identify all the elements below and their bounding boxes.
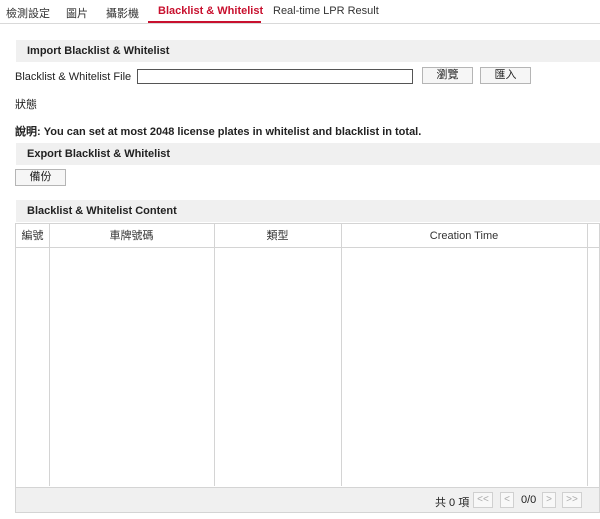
column-header-number[interactable]: 編號 xyxy=(16,224,49,248)
tab-detection-settings[interactable]: 檢測設定 xyxy=(6,5,50,21)
backup-button[interactable]: 備份 xyxy=(15,169,66,186)
tab-picture[interactable]: 圖片 xyxy=(66,5,88,21)
tab-blacklist-whitelist[interactable]: Blacklist & Whitelist xyxy=(158,5,263,17)
content-section-header: Blacklist & Whitelist Content xyxy=(16,200,600,222)
column-header-creation-time[interactable]: Creation Time xyxy=(341,224,587,248)
import-section-header: Import Blacklist & Whitelist xyxy=(16,40,600,62)
import-button[interactable]: 匯入 xyxy=(480,67,531,84)
pagination-bar: 共 0 項 << < 0/0 > >> xyxy=(16,487,599,512)
note-text: 說明: You can set at most 2048 license pla… xyxy=(15,126,422,138)
file-label: Blacklist & Whitelist File xyxy=(15,71,132,83)
file-path-input[interactable] xyxy=(137,69,413,84)
column-header-plate-number[interactable]: 車牌號碼 xyxy=(49,224,214,248)
status-label: 狀態 xyxy=(15,99,37,111)
next-page-button[interactable]: > xyxy=(542,492,556,508)
tab-realtime-lpr-result[interactable]: Real-time LPR Result xyxy=(273,5,379,17)
active-tab-indicator xyxy=(148,21,261,23)
column-divider xyxy=(49,224,50,486)
page-indicator: 0/0 xyxy=(521,494,537,506)
column-divider xyxy=(341,224,342,486)
export-section-header: Export Blacklist & Whitelist xyxy=(16,143,600,165)
first-page-button[interactable]: << xyxy=(473,492,493,508)
column-header-type[interactable]: 類型 xyxy=(214,224,341,248)
scrollbar-track[interactable] xyxy=(588,249,599,486)
table-header: 編號 車牌號碼 類型 Creation Time xyxy=(16,224,599,248)
last-page-button[interactable]: >> xyxy=(562,492,582,508)
column-divider xyxy=(214,224,215,486)
browse-button[interactable]: 瀏覽 xyxy=(422,67,473,84)
total-items-count: 共 0 項 xyxy=(435,497,470,509)
tab-camera[interactable]: 攝影機 xyxy=(106,5,139,21)
tab-bar: 檢測設定 圖片 攝影機 Blacklist & Whitelist Real-t… xyxy=(0,0,600,24)
prev-page-button[interactable]: < xyxy=(500,492,514,508)
content-table: 編號 車牌號碼 類型 Creation Time 共 0 項 << < 0/0 … xyxy=(15,223,600,513)
